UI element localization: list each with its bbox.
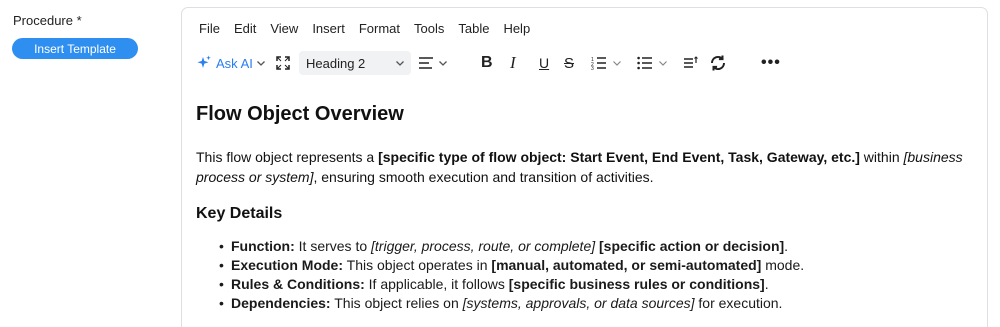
list-item: Rules & Conditions: If applicable, it fo… [219, 275, 976, 294]
svg-text:3: 3 [591, 66, 594, 70]
chevron-down-icon [256, 58, 266, 68]
ask-ai-label: Ask AI [216, 55, 253, 71]
intro-text-3: , ensuring smooth execution and transiti… [313, 169, 654, 185]
menu-insert[interactable]: Insert [312, 21, 345, 36]
item-label: Execution Mode: [231, 257, 344, 273]
rich-text-editor[interactable]: File Edit View Insert Format Tools Table… [181, 7, 988, 327]
chevron-down-icon [438, 58, 448, 68]
list-item: Dependencies: This object relies on [sys… [219, 294, 976, 313]
editor-toolbar: Ask AI Heading 2 B I U S 1 2 3 ••• [196, 51, 976, 75]
ask-ai-button[interactable]: Ask AI [196, 52, 266, 74]
document-title: Flow Object Overview [196, 103, 404, 125]
chevron-down-icon [612, 58, 622, 68]
item-label: Dependencies: [231, 295, 331, 311]
numbered-list-icon: 123 [591, 56, 607, 70]
chevron-down-icon [395, 58, 405, 68]
item-bold: [manual, automated, or semi-automated] [491, 257, 762, 273]
list-item: Function: It serves to [trigger, process… [219, 237, 976, 256]
intro-text-1: This flow object represents a [196, 149, 379, 165]
item-italic: [trigger, process, route, or complete] [371, 238, 596, 254]
bullet-list-dropdown[interactable] [637, 52, 668, 74]
key-details-list: Function: It serves to [trigger, process… [219, 237, 976, 313]
item-italic: [systems, approvals, or data sources] [462, 295, 695, 311]
menu-view[interactable]: View [270, 21, 298, 36]
block-format-select[interactable]: Heading 2 [299, 51, 411, 75]
item-label: Rules & Conditions: [231, 276, 365, 292]
bold-button[interactable]: B [481, 52, 493, 74]
intro-paragraph: This flow object represents a [specific … [196, 147, 976, 187]
item-text: This object operates in [343, 257, 492, 273]
key-details-heading: Key Details [196, 205, 283, 222]
item-text: It serves to [294, 238, 372, 254]
menu-file[interactable]: File [199, 21, 220, 36]
sparkle-icon [196, 55, 212, 71]
line-height-icon[interactable] [683, 52, 699, 74]
menu-table[interactable]: Table [458, 21, 489, 36]
item-text: . [784, 238, 789, 254]
align-dropdown[interactable] [418, 52, 448, 74]
item-text: This object relies on [330, 295, 463, 311]
item-label: Function: [231, 238, 295, 254]
item-text: . [764, 276, 769, 292]
item-bold: [specific action or decision] [599, 238, 785, 254]
menu-edit[interactable]: Edit [234, 21, 256, 36]
item-text: for execution. [694, 295, 783, 311]
refresh-icon[interactable] [708, 52, 728, 74]
item-bold: [specific business rules or conditions] [508, 276, 765, 292]
bullet-list-icon [637, 56, 653, 70]
more-options-button[interactable]: ••• [761, 52, 781, 74]
intro-bold-1: [specific type of flow object: Start Eve… [378, 149, 860, 165]
list-item: Execution Mode: This object operates in … [219, 256, 976, 275]
procedure-label: Procedure * [13, 13, 82, 28]
italic-button[interactable]: I [510, 52, 516, 74]
item-text: If applicable, it follows [364, 276, 509, 292]
align-left-icon [418, 56, 434, 70]
item-text: mode. [761, 257, 805, 273]
chevron-down-icon [658, 58, 668, 68]
editor-menubar: File Edit View Insert Format Tools Table… [199, 21, 544, 36]
intro-text-2: within [859, 149, 904, 165]
fullscreen-icon[interactable] [275, 52, 291, 74]
editor-content[interactable]: Flow Object Overview This flow object re… [196, 102, 976, 313]
numbered-list-dropdown[interactable]: 123 [591, 52, 622, 74]
menu-format[interactable]: Format [359, 21, 400, 36]
underline-button[interactable]: U [539, 52, 549, 74]
menu-tools[interactable]: Tools [414, 21, 444, 36]
menu-help[interactable]: Help [503, 21, 530, 36]
block-format-value: Heading 2 [306, 55, 366, 71]
insert-template-button[interactable]: Insert Template [12, 38, 138, 59]
strikethrough-button[interactable]: S [564, 52, 574, 74]
